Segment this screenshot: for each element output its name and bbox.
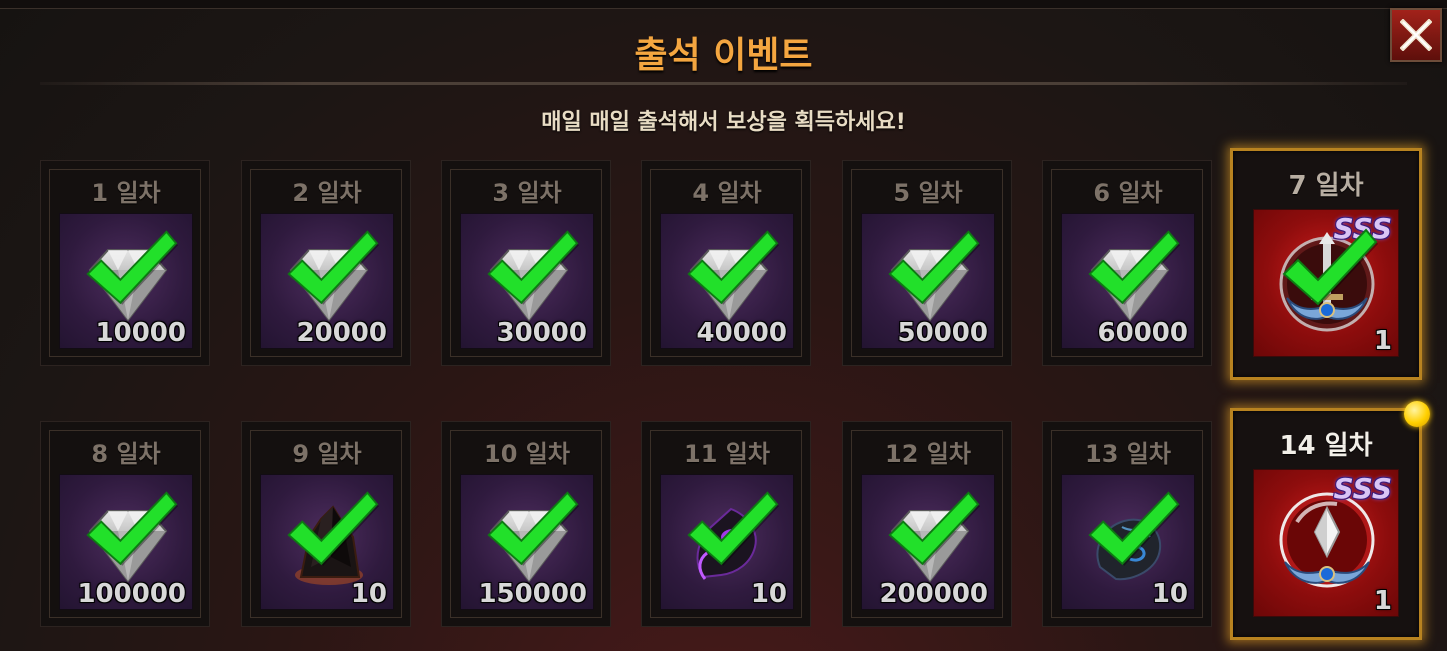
- day-label: 14 일차: [1279, 431, 1373, 461]
- day-label: 11 일차: [684, 440, 770, 468]
- checkmark-icon: [1084, 487, 1180, 587]
- checkmark-icon: [483, 226, 579, 326]
- reward-slot: 10: [660, 474, 794, 610]
- reward-quantity: 200000: [879, 579, 988, 609]
- close-button[interactable]: [1390, 8, 1442, 62]
- reward-slot: 50000: [861, 213, 995, 349]
- reward-card-day-13[interactable]: 13 일차 10: [1042, 421, 1212, 627]
- reward-card-day-11[interactable]: 11 일차 10: [641, 421, 811, 627]
- reward-card-day-10[interactable]: 10 일차 150000: [441, 421, 611, 627]
- reward-slot: 10: [260, 474, 394, 610]
- reward-card-day-7[interactable]: 7 일차 SSS 1: [1230, 148, 1422, 380]
- day-label: 7 일차: [1288, 171, 1364, 201]
- reward-quantity: 10000: [95, 318, 186, 348]
- day-label: 3 일차: [492, 179, 562, 207]
- reward-slot: 200000: [861, 474, 995, 610]
- day-label: 6 일차: [1093, 179, 1163, 207]
- reward-slot: 40000: [660, 213, 794, 349]
- reward-slot: 20000: [260, 213, 394, 349]
- reward-quantity: 100000: [77, 579, 186, 609]
- day-label: 9 일차: [292, 440, 362, 468]
- reward-card-day-3[interactable]: 3 일차 30000: [441, 160, 611, 366]
- reward-quantity: 10: [350, 579, 387, 609]
- checkmark-icon: [283, 226, 379, 326]
- reward-card-day-6[interactable]: 6 일차 60000: [1042, 160, 1212, 366]
- checkmark-icon: [683, 226, 779, 326]
- reward-quantity: 1: [1373, 586, 1392, 616]
- day-label: 8 일차: [91, 440, 161, 468]
- panel-subtitle: 매일 매일 출석해서 보상을 획득하세요!: [541, 110, 906, 135]
- reward-slot: SSS 1: [1253, 469, 1399, 617]
- reward-slot: 100000: [59, 474, 193, 610]
- checkmark-icon: [82, 226, 178, 326]
- reward-quantity: 150000: [478, 579, 587, 609]
- checkmark-icon: [884, 226, 980, 326]
- panel-title: 출석 이벤트: [634, 35, 813, 76]
- reward-quantity: 50000: [897, 318, 988, 348]
- title-divider: [40, 82, 1407, 85]
- day-label: 5 일차: [893, 179, 963, 207]
- attendance-event-panel: 출석 이벤트 매일 매일 출석해서 보상을 획득하세요! 1 일차 10000 …: [0, 0, 1447, 651]
- day-label: 4 일차: [692, 179, 762, 207]
- grade-badge: SSS: [1333, 472, 1392, 505]
- reward-slot: 10000: [59, 213, 193, 349]
- checkmark-icon: [884, 487, 980, 587]
- reward-card-day-14[interactable]: 14 일차 SSS 1: [1230, 408, 1422, 640]
- reward-card-day-9[interactable]: 9 일차 10: [241, 421, 411, 627]
- checkmark-icon: [283, 487, 379, 587]
- reward-card-day-5[interactable]: 5 일차 50000: [842, 160, 1012, 366]
- checkmark-icon: [1278, 224, 1378, 328]
- reward-quantity: 10: [1151, 579, 1188, 609]
- reward-quantity: 30000: [496, 318, 587, 348]
- reward-card-day-4[interactable]: 4 일차 40000: [641, 160, 811, 366]
- reward-slot: 150000: [460, 474, 594, 610]
- reward-card-day-2[interactable]: 2 일차 20000: [241, 160, 411, 366]
- reward-quantity: 1: [1373, 326, 1392, 356]
- reward-card-day-12[interactable]: 12 일차 200000: [842, 421, 1012, 627]
- top-border: [0, 0, 1447, 9]
- checkmark-icon: [1084, 226, 1180, 326]
- reward-slot: 60000: [1061, 213, 1195, 349]
- day-label: 1 일차: [91, 179, 161, 207]
- close-icon: [1400, 19, 1432, 51]
- reward-slot: 30000: [460, 213, 594, 349]
- checkmark-icon: [483, 487, 579, 587]
- checkmark-icon: [683, 487, 779, 587]
- day-label: 10 일차: [484, 440, 570, 468]
- reward-card-day-8[interactable]: 8 일차 100000: [40, 421, 210, 627]
- reward-slot: SSS 1: [1253, 209, 1399, 357]
- day-label: 13 일차: [1085, 440, 1171, 468]
- reward-quantity: 10: [750, 579, 787, 609]
- day-label: 12 일차: [885, 440, 971, 468]
- reward-slot: 10: [1061, 474, 1195, 610]
- reward-quantity: 60000: [1097, 318, 1188, 348]
- reward-quantity: 20000: [296, 318, 387, 348]
- notification-dot: [1404, 401, 1430, 427]
- reward-quantity: 40000: [696, 318, 787, 348]
- reward-card-day-1[interactable]: 1 일차 10000: [40, 160, 210, 366]
- day-label: 2 일차: [292, 179, 362, 207]
- checkmark-icon: [82, 487, 178, 587]
